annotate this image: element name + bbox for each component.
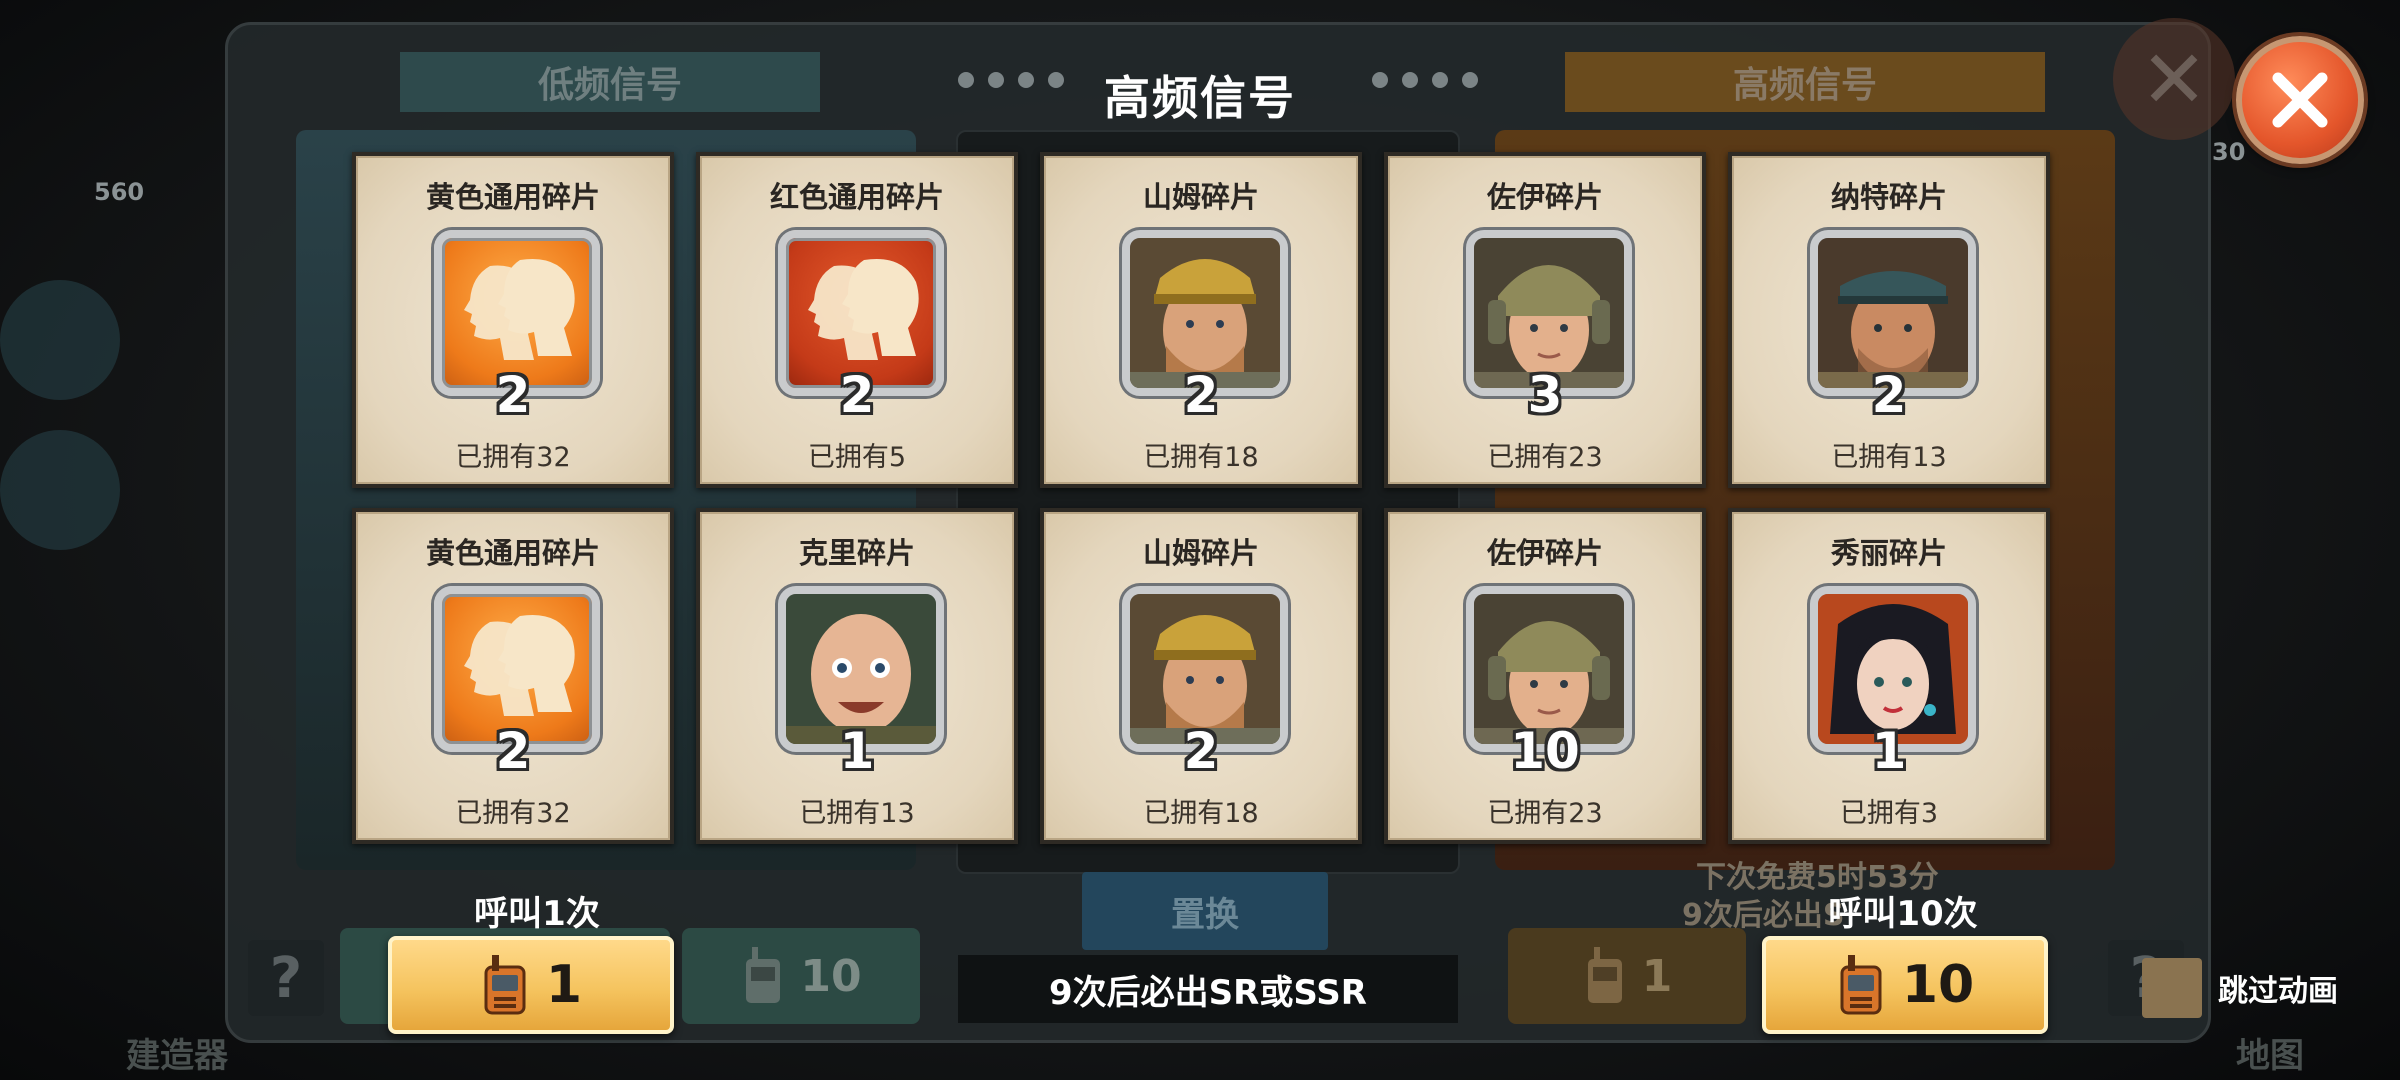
reward-quantity: 1 [1871,722,1907,780]
reward-quantity: 3 [1527,366,1563,424]
reward-grid: 黄色通用碎片 2 已拥有32 红色通用碎片 2 已拥有5 山姆碎片 2 已拥有1… [352,152,2052,844]
owned-count: 已拥有3 [1839,798,1939,829]
reward-card[interactable]: 佐伊碎片 10 已拥有23 [1384,508,1706,844]
reward-name: 红色通用碎片 [769,180,944,214]
guarantee-text: 9次后必出SR或SSR [958,955,1458,1023]
reward-quantity: 2 [1871,366,1907,424]
owned-count: 已拥有5 [807,442,907,473]
reward-card[interactable]: 山姆碎片 2 已拥有18 [1040,508,1362,844]
reward-quantity: 10 [1510,722,1580,780]
owned-count: 已拥有23 [1487,798,1603,829]
owned-count: 已拥有13 [1831,442,1947,473]
owned-count: 已拥有13 [799,798,915,829]
reward-card[interactable]: 佐伊碎片 3 已拥有23 [1384,152,1706,488]
bg-avatar-left [0,280,120,400]
reward-card[interactable]: 黄色通用碎片 2 已拥有32 [352,152,674,488]
call-once-button[interactable]: 1 [388,936,674,1034]
owned-count: 已拥有18 [1143,442,1259,473]
reward-quantity: 1 [839,722,875,780]
bg-dim-count-right: 1 [1641,950,1673,1002]
owned-count: 已拥有32 [455,442,571,473]
bg-builder-label: 建造器 [126,1036,228,1076]
bg-right-count: 30 [2212,138,2246,166]
reward-name: 山姆碎片 [1142,536,1259,570]
reward-quantity: 2 [495,722,531,780]
reward-name: 佐伊碎片 [1486,536,1603,570]
bg-map-label: 地图 [2236,1036,2304,1076]
skip-animation-checkbox[interactable] [2142,958,2202,1018]
bg-dim-call-ten-count: 10 [800,950,862,1002]
reward-quantity: 2 [1183,722,1219,780]
skip-animation-label[interactable]: 跳过动画 [2218,966,2338,1010]
bg-side-count: 560 [94,178,145,206]
reward-card[interactable]: 克里碎片 1 已拥有13 [696,508,1018,844]
reward-name: 克里碎片 [798,536,915,570]
owned-count: 已拥有23 [1487,442,1603,473]
call-once-count: 1 [545,955,583,1015]
reward-card[interactable]: 纳特碎片 2 已拥有13 [1728,152,2050,488]
owned-count: 已拥有18 [1143,798,1259,829]
reward-name: 纳特碎片 [1830,180,1947,214]
reward-card[interactable]: 黄色通用碎片 2 已拥有32 [352,508,674,844]
bg-help-left-icon: ? [248,940,324,1016]
call-ten-label: 呼叫10次 [1828,894,1978,934]
call-ten-button[interactable]: 10 [1762,936,2048,1034]
walkie-talkie-icon [1840,955,1882,1015]
walkie-talkie-icon [484,955,526,1015]
reward-name: 黄色通用碎片 [425,180,600,214]
bg-avatar-left-2 [0,430,120,550]
close-button[interactable] [2236,36,2364,164]
reward-name: 山姆碎片 [1142,180,1259,214]
owned-count: 已拥有32 [455,798,571,829]
bg-dim-call-once-right: 1 [1508,928,1746,1024]
reward-name: 黄色通用碎片 [425,536,600,570]
page-title: 高频信号 [1104,71,1296,125]
bg-walkie-icon [746,947,781,1003]
reward-quantity: 2 [1183,366,1219,424]
bg-swap-button: 置换 [1082,872,1328,950]
reward-quantity: 2 [495,366,531,424]
reward-quantity: 2 [839,366,875,424]
call-ten-count: 10 [1901,955,1975,1015]
bg-walkie-icon-2 [1587,947,1622,1003]
reward-name: 佐伊碎片 [1486,180,1603,214]
reward-card[interactable]: 红色通用碎片 2 已拥有5 [696,152,1018,488]
reward-card[interactable]: 秀丽碎片 1 已拥有3 [1728,508,2050,844]
reward-card[interactable]: 山姆碎片 2 已拥有18 [1040,152,1362,488]
close-icon [2272,72,2328,128]
bg-dim-call-ten: 10 [682,928,920,1024]
call-once-label: 呼叫1次 [474,894,600,934]
reward-name: 秀丽碎片 [1830,536,1947,570]
